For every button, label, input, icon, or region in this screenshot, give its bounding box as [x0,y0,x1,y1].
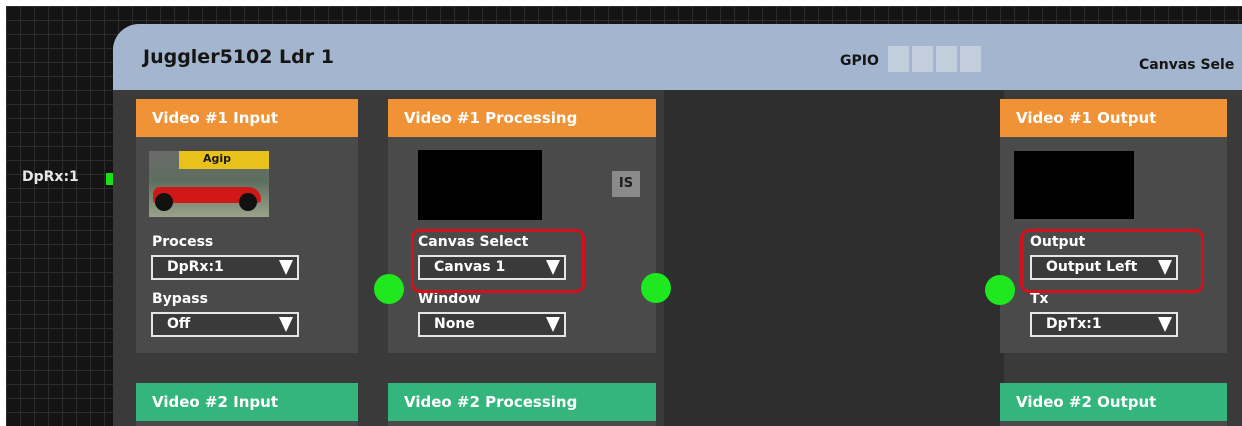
dropdown-arrow-icon [279,260,293,275]
is-badge[interactable]: IS [612,171,640,197]
port-label: DpRx:1 [22,169,79,185]
gpio-indicator[interactable] [936,46,957,72]
node-title: Juggler5102 Ldr 1 [143,46,334,68]
race-car-wheel [155,193,173,211]
video2-output-panel: Video #2 Output [1000,383,1227,426]
processing-preview [418,150,542,220]
output-input-connector[interactable] [985,275,1015,305]
input-thumbnail: Agip [149,151,269,217]
tx-label: Tx [1030,291,1049,307]
workspace-canvas: DpRx:1 Juggler5102 Ldr 1 GPIO Canvas Sel… [6,6,1242,426]
dropdown-arrow-icon [546,317,560,332]
video2-input-header[interactable]: Video #2 Input [136,383,358,421]
race-car-wheel [239,193,257,211]
process-select[interactable]: DpRx:1 [151,255,299,280]
canvas-select-highlight [411,229,585,293]
thumbnail-banner-text: Agip [203,152,232,165]
process-label: Process [152,234,214,250]
empty-column [664,90,1004,426]
process-select-value: DpRx:1 [167,259,224,275]
video2-input-panel: Video #2 Input [136,383,358,426]
gpio-indicators [888,46,981,72]
gpio-indicator[interactable] [912,46,933,72]
window-label: Window [418,291,481,307]
bypass-label: Bypass [152,291,208,307]
video2-processing-panel: Video #2 Processing [388,383,656,426]
video1-input-panel: Video #1 Input Agip Process DpRx:1 Bypas… [136,99,358,353]
window-select[interactable]: None [418,312,566,337]
processing-input-connector[interactable] [374,274,404,304]
processing-output-connector[interactable] [641,273,671,303]
video2-output-header[interactable]: Video #2 Output [1000,383,1227,421]
video1-output-panel: Video #1 Output Output Output Left Tx Dp… [1000,99,1227,353]
output-highlight [1020,229,1204,293]
video2-processing-header[interactable]: Video #2 Processing [388,383,656,421]
dropdown-arrow-icon [1158,317,1172,332]
bypass-select[interactable]: Off [151,312,299,337]
gpio-label: GPIO [840,53,879,69]
canvas-select-header-label: Canvas Sele [1139,57,1235,73]
bypass-select-value: Off [167,316,191,332]
gpio-indicator[interactable] [960,46,981,72]
dropdown-arrow-icon [279,317,293,332]
gpio-indicator[interactable] [888,46,909,72]
video1-processing-header[interactable]: Video #1 Processing [388,99,656,137]
video1-output-header[interactable]: Video #1 Output [1000,99,1227,137]
output-preview [1014,151,1134,219]
window-select-value: None [434,316,475,332]
video1-processing-panel: Video #1 Processing IS Canvas Select Can… [388,99,656,353]
video1-input-header[interactable]: Video #1 Input [136,99,358,137]
node-header[interactable]: Juggler5102 Ldr 1 GPIO Canvas Sele [113,24,1242,90]
tx-select[interactable]: DpTx:1 [1030,312,1178,337]
device-node[interactable]: Juggler5102 Ldr 1 GPIO Canvas Sele Video… [113,24,1242,426]
tx-select-value: DpTx:1 [1046,316,1102,332]
